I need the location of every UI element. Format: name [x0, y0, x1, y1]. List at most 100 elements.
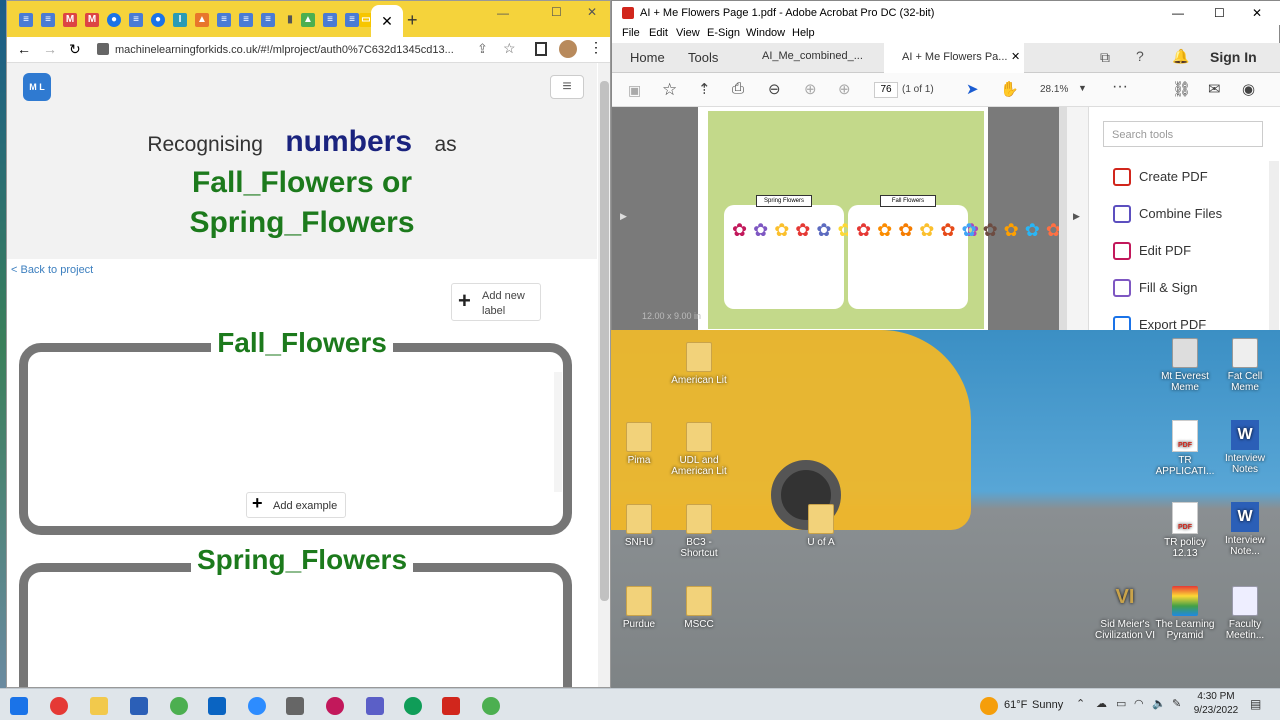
- desktop-icon-udl[interactable]: UDL and American Lit: [667, 422, 731, 477]
- pen-icon[interactable]: ✎: [1172, 697, 1181, 710]
- teams-icon[interactable]: [366, 697, 384, 715]
- left-pane-toggle-icon[interactable]: ▶: [620, 211, 627, 222]
- docs-tab-icon[interactable]: ≡: [345, 13, 359, 27]
- select-cursor-icon[interactable]: ➤: [966, 80, 979, 98]
- docs-tab-icon[interactable]: ≡: [239, 13, 253, 27]
- docs-tab-icon[interactable]: ≡: [129, 13, 143, 27]
- share-screen-icon[interactable]: ⧉: [1100, 49, 1110, 66]
- add-new-label-button[interactable]: + Add new label: [451, 283, 541, 321]
- bucket-scrollbar[interactable]: [554, 372, 562, 492]
- acrobat-icon[interactable]: [442, 697, 460, 715]
- menu-edit[interactable]: Edit: [649, 27, 668, 39]
- zoom-out-icon[interactable]: ⊖: [768, 80, 781, 98]
- menu-esign[interactable]: E-Sign: [707, 27, 740, 39]
- docs-tab-icon[interactable]: ≡: [323, 13, 337, 27]
- docs-tab-icon[interactable]: ≡: [261, 13, 275, 27]
- desktop-icon-tr-application[interactable]: PDF TR APPLICATI...: [1153, 420, 1217, 477]
- clock-date[interactable]: 9/23/2022: [1192, 705, 1240, 716]
- chrome-icon[interactable]: [482, 697, 500, 715]
- reload-icon[interactable]: ↻: [69, 41, 81, 58]
- mlforkids-logo[interactable]: M L: [23, 73, 51, 101]
- desktop-icon-everest-meme[interactable]: Mt Everest Meme: [1153, 338, 1217, 393]
- app-tab-icon[interactable]: ▲: [195, 13, 209, 27]
- file-explorer-icon[interactable]: [90, 697, 108, 715]
- tool-create-pdf[interactable]: Create PDF: [1113, 168, 1208, 186]
- minimize-icon[interactable]: —: [1172, 1, 1184, 25]
- tab-doc-active[interactable]: AI + Me Flowers Pa... ✕: [884, 43, 1024, 73]
- calculator-icon[interactable]: [286, 697, 304, 715]
- page-down-icon[interactable]: ⊕: [838, 80, 851, 98]
- gmail-tab-icon[interactable]: M: [63, 13, 77, 27]
- edge-icon[interactable]: [404, 697, 422, 715]
- desktop-icon-purdue[interactable]: Purdue: [611, 586, 671, 630]
- page-number-input[interactable]: 76: [874, 82, 898, 98]
- upload-cloud-icon[interactable]: ⇡: [698, 80, 711, 98]
- chrome-icon[interactable]: [170, 697, 188, 715]
- desktop-icon-bc3[interactable]: BC3 - Shortcut: [667, 504, 731, 559]
- desktop-icon-fat-cell-meme[interactable]: Fat Cell Meme: [1213, 338, 1277, 393]
- zoom-level[interactable]: 28.1%: [1040, 84, 1068, 95]
- hamburger-menu-icon[interactable]: ≡: [550, 75, 584, 99]
- back-to-project-link[interactable]: < Back to project: [11, 264, 93, 276]
- maximize-icon[interactable]: ☐: [1214, 1, 1225, 25]
- desktop-icon-snhu[interactable]: SNHU: [611, 504, 671, 548]
- menu-dots-icon[interactable]: ⋮: [589, 39, 603, 56]
- right-pane-toggle-icon[interactable]: ▶: [1073, 211, 1080, 222]
- zoom-icon[interactable]: [248, 697, 266, 715]
- help-icon[interactable]: ?: [1136, 48, 1144, 64]
- desktop-icon-mscc[interactable]: MSCC: [667, 586, 731, 630]
- mail-icon[interactable]: ✉: [1208, 80, 1221, 98]
- tab-doc-combined[interactable]: AI_Me_combined_...: [762, 50, 863, 62]
- tool-combine-files[interactable]: Combine Files: [1113, 205, 1222, 223]
- bell-icon[interactable]: 🔔: [1172, 48, 1189, 65]
- desktop-icon-u-of-a[interactable]: U of A: [789, 504, 853, 548]
- forward-arrow-icon[interactable]: →: [43, 41, 57, 57]
- zoom-dropdown-icon[interactable]: ▼: [1078, 83, 1087, 93]
- docs-tab-icon[interactable]: ≡: [19, 13, 33, 27]
- right-pane-toggle[interactable]: ▶: [1067, 107, 1088, 331]
- active-tab-close-icon[interactable]: ✕: [371, 5, 403, 37]
- weather-text[interactable]: Sunny: [1032, 699, 1063, 711]
- web-tab-icon[interactable]: ●: [107, 13, 121, 27]
- wifi-icon[interactable]: ◠: [1134, 697, 1144, 710]
- tab-home[interactable]: Home: [630, 50, 665, 65]
- sidepanel-icon[interactable]: [535, 42, 547, 56]
- star-icon[interactable]: ☆: [662, 80, 677, 100]
- docs-tab-icon[interactable]: ≡: [41, 13, 55, 27]
- save-icon[interactable]: ▣: [628, 82, 641, 99]
- clock-time[interactable]: 4:30 PM: [1196, 691, 1236, 702]
- more-icon[interactable]: ···: [1112, 78, 1128, 96]
- bookmark-star-icon[interactable]: ☆: [503, 40, 516, 57]
- drive-tab-icon[interactable]: ▲: [301, 13, 315, 27]
- volume-icon[interactable]: 🔈: [1152, 697, 1166, 710]
- gmail-tab-icon[interactable]: M: [85, 13, 99, 27]
- link-icon[interactable]: ⛓: [1172, 80, 1191, 98]
- account-icon[interactable]: ◉: [1242, 80, 1255, 98]
- close-window-icon[interactable]: ✕: [587, 5, 597, 19]
- app-tab-icon[interactable]: ▮: [283, 13, 297, 27]
- desktop-icon-tr-policy[interactable]: PDF TR policy 12.13: [1153, 502, 1217, 559]
- url-field[interactable]: machinelearningforkids.co.uk/#!/mlprojec…: [115, 41, 515, 59]
- web-tab-icon[interactable]: ●: [151, 13, 165, 27]
- app-icon[interactable]: [50, 697, 68, 715]
- outlook-icon[interactable]: [208, 697, 226, 715]
- page-up-icon[interactable]: ⊕: [804, 80, 817, 98]
- page-scrollbar-thumb[interactable]: [600, 81, 609, 601]
- close-window-icon[interactable]: ✕: [1252, 1, 1262, 25]
- menu-help[interactable]: Help: [792, 27, 815, 39]
- minimize-icon[interactable]: —: [497, 6, 509, 20]
- is-tab-icon[interactable]: I: [173, 13, 187, 27]
- doc-scrollbar[interactable]: [1059, 107, 1067, 331]
- cloud-icon[interactable]: ☁: [1096, 697, 1107, 710]
- tool-fill-sign[interactable]: Fill & Sign: [1113, 279, 1198, 297]
- hand-tool-icon[interactable]: ✋: [1000, 80, 1019, 98]
- desktop-icon-american-lit[interactable]: American Lit: [667, 342, 731, 386]
- tray-chevron-icon[interactable]: ⌃: [1076, 697, 1085, 710]
- menu-window[interactable]: Window: [746, 27, 785, 39]
- desktop-icon-interview-notes[interactable]: W Interview Notes: [1213, 420, 1277, 475]
- maximize-icon[interactable]: ☐: [551, 5, 562, 19]
- share-icon[interactable]: ⇪: [477, 41, 488, 57]
- menu-file[interactable]: File: [622, 27, 640, 39]
- menu-view[interactable]: View: [676, 27, 700, 39]
- tool-edit-pdf[interactable]: Edit PDF: [1113, 242, 1191, 260]
